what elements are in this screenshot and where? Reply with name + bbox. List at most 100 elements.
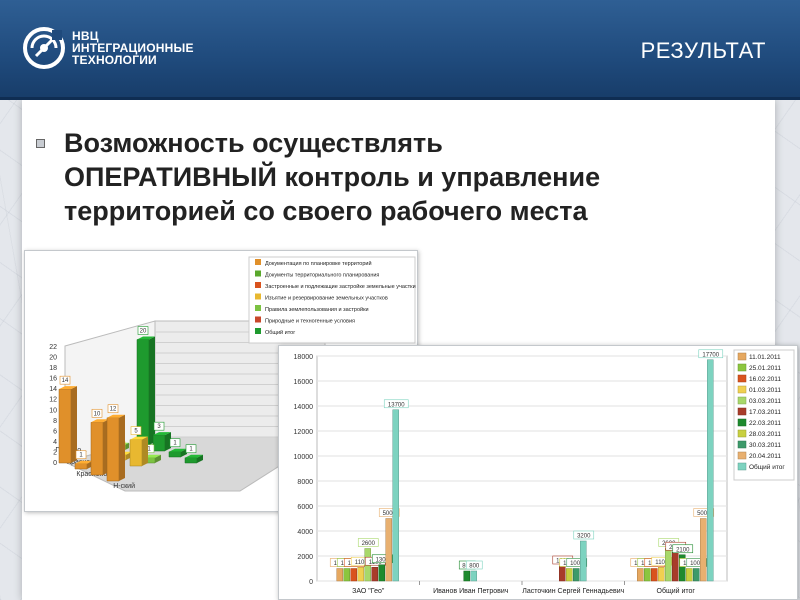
bar-side [142, 436, 148, 466]
bar [463, 570, 470, 582]
category-label: ЗАО "Гео" [352, 588, 385, 595]
bar-label: 17700 [702, 352, 719, 358]
y-tick-label: 18 [49, 365, 57, 372]
legend-swatch [737, 352, 747, 361]
chart-grouped-bars: 0 2000 4000 6000 8000 10000 12000 14000 16000 180… [278, 345, 798, 600]
logo-text: НВЦ ИНТЕГРАЦИОННЫЕ ТЕХНОЛОГИИ [72, 30, 194, 66]
bar-front [58, 388, 72, 464]
legend-label: 16.02.2011 [749, 376, 781, 383]
chart-grouped-svg: 0 2000 4000 6000 8000 10000 12000 14000 16000 180… [294, 349, 795, 595]
bar [637, 568, 644, 582]
bullet-line-2-rest: контроль и управление [276, 162, 601, 192]
bar-front [129, 439, 143, 467]
bar-3d: 14 [58, 375, 77, 464]
header-bar: НВЦ ИНТЕГРАЦИОННЫЕ ТЕХНОЛОГИИ РЕЗУЛЬТАТ [0, 0, 800, 100]
legend-swatch [737, 429, 747, 438]
legend-label: Природные и техногенные условия [265, 319, 355, 325]
legend-label: Общий итог [749, 463, 785, 471]
legend-swatch [737, 462, 747, 471]
y-tick-label: 20 [49, 355, 57, 362]
legend-label: 11.01.2011 [749, 354, 781, 361]
bar-label: 2100 [676, 547, 690, 553]
y-tick-label: 12000 [294, 429, 314, 436]
bar [336, 568, 343, 582]
legend-label: 30.03.2011 [749, 442, 781, 449]
bar [559, 565, 566, 582]
bullet-text: Возможность осуществлять ОПЕРАТИВНЫЙ кон… [64, 126, 754, 228]
bar [672, 552, 679, 582]
legend-swatch [255, 270, 261, 277]
legend-swatch [737, 451, 747, 460]
y-tick-label: 4000 [297, 529, 313, 536]
legend-swatch [737, 363, 747, 372]
category-label: Иванов Иван Петрович [433, 588, 509, 595]
legend-label: Изъятие и резервирование земельных участ… [265, 296, 388, 302]
bullet-emphasis: ОПЕРАТИВНЫЙ [64, 162, 277, 192]
bar [392, 409, 399, 582]
legend-label: Застроенные и подлежащие застройке земел… [265, 283, 416, 290]
y-tick-label: 14 [49, 386, 57, 393]
legend-swatch [737, 385, 747, 394]
page-title: РЕЗУЛЬТАТ [640, 38, 766, 63]
bar-front [152, 434, 166, 452]
bar [357, 567, 364, 582]
legend-label: Документы территориального планирования [265, 273, 379, 279]
y-tick-label: 8000 [297, 479, 313, 486]
bar [651, 568, 658, 582]
bar-label: 800 [469, 564, 480, 570]
legend-label: 01.03.2011 [749, 387, 781, 394]
legend-label: Правила землепользования и застройки [265, 306, 369, 313]
bar [686, 568, 693, 582]
category-label: Ласточкин Сергей Геннадьевич [522, 587, 624, 595]
bar-front [168, 451, 182, 458]
bullet-line-3: территорией со своего рабочего места [64, 196, 588, 226]
y-tick-label: 14000 [294, 404, 314, 411]
legend-label: 20.04.2011 [749, 453, 781, 460]
y-tick-label: 10 [49, 407, 57, 414]
y-tick-label: 4 [53, 439, 57, 446]
bar-side [119, 414, 125, 481]
y-tick-label: 0 [53, 460, 57, 467]
chart-legend: Документация по планировке территорий Док… [248, 256, 416, 344]
bullet-line-2: ОПЕРАТИВНЫЙ контроль и управление [64, 160, 754, 194]
bar-label: 12 [110, 407, 117, 413]
bar [350, 568, 357, 582]
y-tick-label: 2000 [297, 554, 313, 561]
bar-front [90, 422, 104, 476]
bar [693, 568, 700, 582]
legend-swatch [255, 328, 261, 334]
y-tick-label: 8 [53, 418, 57, 425]
bar [707, 359, 714, 582]
bar-label: 14 [62, 378, 69, 384]
y-tick-label: 0 [309, 579, 313, 586]
y-tick-label: 22 [49, 344, 57, 351]
bar [658, 567, 665, 582]
category-label: Н-ский [113, 482, 135, 490]
bar [470, 570, 477, 582]
y-tick-label: 16 [49, 376, 57, 383]
bar-front [106, 417, 120, 482]
legend-label: 17.03.2011 [749, 409, 781, 416]
y-tick-label: 6000 [297, 504, 313, 511]
legend-swatch [737, 418, 747, 427]
logo-line-3: ТЕХНОЛОГИИ [72, 53, 157, 67]
legend-swatch [255, 259, 261, 265]
legend-label: 28.03.2011 [749, 431, 781, 438]
category-label: Общий итог [657, 587, 696, 595]
bar-front [184, 457, 198, 464]
bar [385, 518, 392, 582]
bar [700, 518, 707, 582]
legend-label: 25.01.2011 [749, 365, 781, 372]
legend-label: Общий итог [265, 329, 295, 336]
bullet-line-1: Возможность осуществлять [64, 128, 443, 158]
bar [566, 568, 573, 582]
legend-swatch [255, 282, 261, 288]
legend-swatch [255, 305, 261, 311]
bar [343, 568, 350, 582]
bar [371, 567, 378, 582]
bar-label: 20 [140, 329, 147, 335]
legend-swatch [255, 293, 261, 300]
legend-swatch [737, 407, 747, 416]
bar-label: 10 [94, 411, 101, 417]
bar [644, 568, 651, 582]
